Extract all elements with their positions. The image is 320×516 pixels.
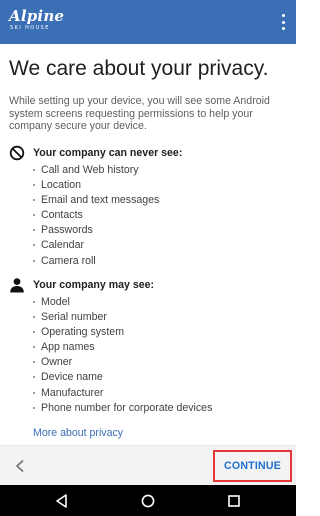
never-see-list: Call and Web history Location Email and …	[33, 163, 291, 269]
list-item: Device name	[33, 370, 291, 385]
logo-tagline: SKI HOUSE	[10, 25, 50, 31]
person-icon	[10, 278, 24, 293]
more-vertical-icon[interactable]	[276, 12, 290, 32]
app-bar: Alpine SKI HOUSE	[0, 0, 296, 44]
back-triangle-icon[interactable]	[53, 492, 71, 510]
list-item: Owner	[33, 355, 291, 370]
list-item: Calendar	[33, 238, 291, 253]
list-item: Serial number	[33, 310, 291, 325]
recents-square-icon[interactable]	[225, 492, 243, 510]
system-nav-bar	[0, 485, 296, 516]
bottom-action-bar: CONTINUE	[0, 445, 296, 485]
continue-button[interactable]: CONTINUE	[213, 450, 292, 482]
list-item: Phone number for corporate devices	[33, 401, 291, 416]
no-entry-icon	[9, 145, 25, 161]
list-item: Location	[33, 178, 291, 193]
list-item: Manufacturer	[33, 386, 291, 401]
list-item: Operating system	[33, 325, 291, 340]
may-see-title: Your company may see:	[33, 279, 155, 291]
page-title: We care about your privacy.	[9, 57, 269, 80]
logo-wordmark: Alpine	[9, 7, 65, 25]
never-see-section: Your company can never see: Call and Web…	[9, 145, 291, 269]
company-logo: Alpine SKI HOUSE	[9, 8, 64, 31]
list-item: Passwords	[33, 223, 291, 238]
list-item: Camera roll	[33, 254, 291, 269]
more-about-privacy-link[interactable]: More about privacy	[33, 426, 123, 440]
list-item: Email and text messages	[33, 193, 291, 208]
may-see-list: Model Serial number Operating system App…	[33, 295, 291, 416]
list-item: Model	[33, 295, 291, 310]
may-see-section: Your company may see: Model Serial numbe…	[9, 277, 291, 416]
intro-text: While setting up your device, you will s…	[9, 95, 270, 133]
never-see-title: Your company can never see:	[33, 147, 183, 159]
list-item: Call and Web history	[33, 163, 291, 178]
chevron-left-icon[interactable]	[12, 458, 28, 474]
home-circle-icon[interactable]	[139, 492, 157, 510]
list-item: App names	[33, 340, 291, 355]
list-item: Contacts	[33, 208, 291, 223]
